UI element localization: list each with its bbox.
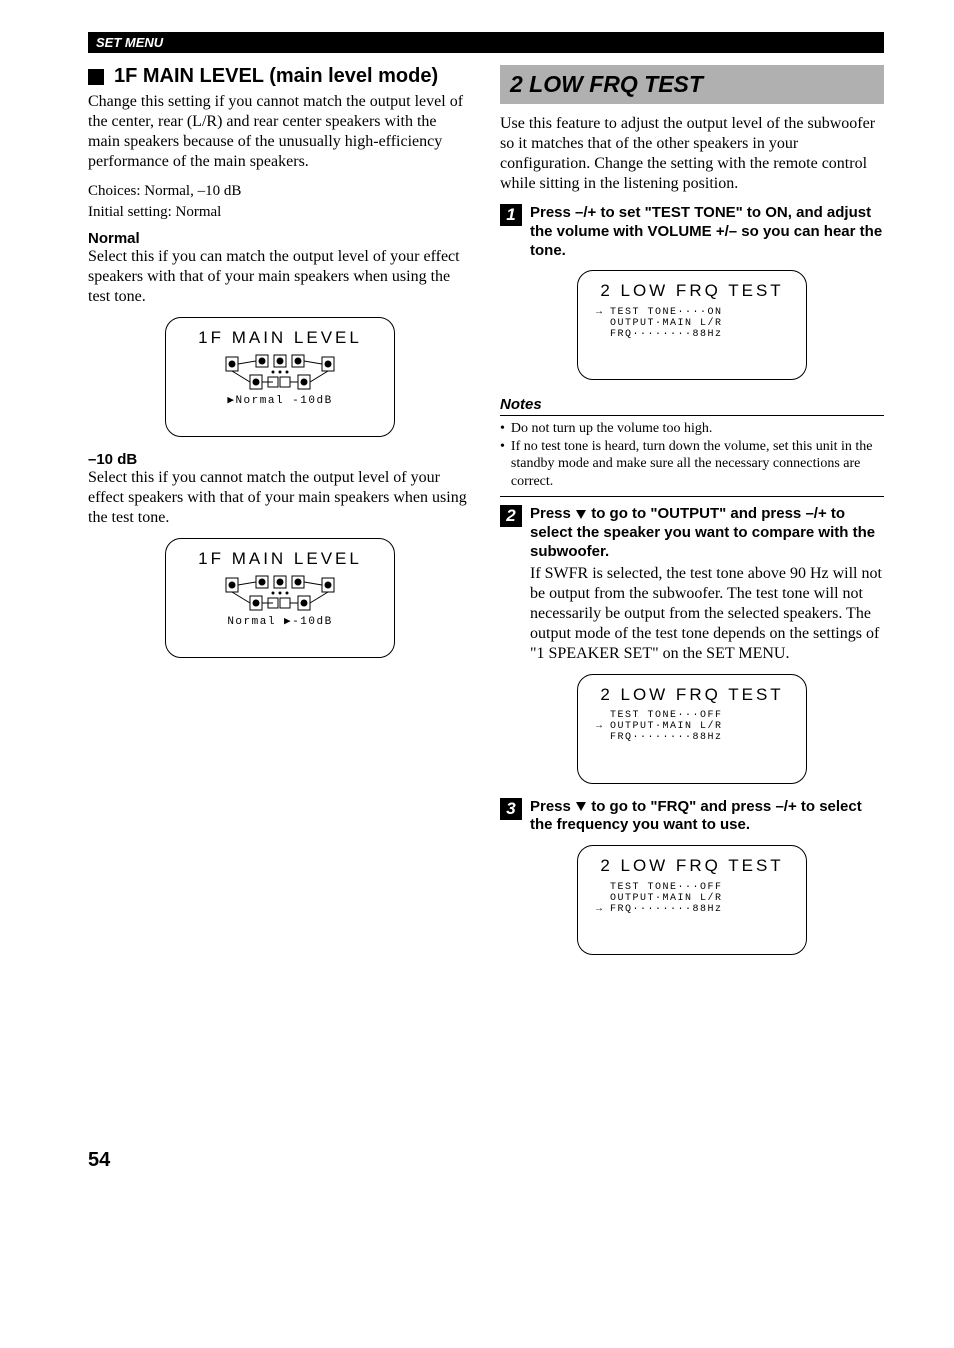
normal-label: Normal (88, 230, 472, 247)
normal-body: Select this if you can match the output … (88, 247, 472, 307)
step-3-instruction: Press to go to "FRQ" and press –/+ to se… (530, 798, 884, 836)
down-triangle-icon (576, 510, 586, 519)
lcd-title: 2 LOW FRQ TEST (588, 685, 796, 705)
speaker-layout-icon (220, 574, 340, 614)
lcd-display-step1: 2 LOW FRQ TEST → TEST TONE····ON OUTPUT·M… (577, 270, 807, 380)
lcd-line: TEST TONE···OFF (610, 710, 723, 721)
section-heading-1f: 1F MAIN LEVEL (main level mode) (88, 65, 472, 88)
lcd-options: ▶Normal -10dB (176, 395, 384, 408)
cursor-icon: → (596, 307, 604, 318)
header-bar: SET MENU (88, 32, 884, 53)
step-1: 1 Press –/+ to set "TEST TONE" to ON, an… (500, 204, 884, 260)
lcd-line: FRQ········88Hz (610, 329, 723, 340)
lcd-display-minus10: 1F MAIN LEVEL (165, 538, 395, 658)
cursor-icon: → (596, 904, 604, 915)
minus10-label: –10 dB (88, 451, 472, 468)
lcd-title: 1F MAIN LEVEL (176, 328, 384, 348)
lcd-line: OUTPUT·MAIN L/R (610, 318, 723, 329)
section-heading-text: 1F MAIN LEVEL (main level mode) (114, 65, 438, 88)
note-item: •Do not turn up the volume too high. (500, 420, 884, 438)
lcd-title: 1F MAIN LEVEL (176, 549, 384, 569)
lcd-line: FRQ········88Hz (610, 732, 723, 743)
intro-paragraph: Change this setting if you cannot match … (88, 92, 472, 172)
lcd-line: FRQ········88Hz (610, 904, 723, 915)
choices-line: Choices: Normal, –10 dB (88, 182, 472, 201)
step-2-instruction: Press to go to "OUTPUT" and press –/+ to… (530, 505, 884, 561)
initial-setting-line: Initial setting: Normal (88, 203, 472, 222)
lcd-line: TEST TONE····ON (610, 307, 723, 318)
lcd-options: Normal ▶-10dB (176, 616, 384, 629)
lcd-display-normal: 1F MAIN LEVEL (165, 317, 395, 437)
lcd-title: 2 LOW FRQ TEST (588, 281, 796, 301)
right-intro: Use this feature to adjust the output le… (500, 114, 884, 194)
lcd-line: TEST TONE···OFF (610, 882, 723, 893)
lcd-line: OUTPUT·MAIN L/R (610, 893, 723, 904)
step-number-icon: 2 (500, 505, 522, 527)
step-2: 2 Press to go to "OUTPUT" and press –/+ … (500, 505, 884, 561)
notes-list: •Do not turn up the volume too high. •If… (500, 420, 884, 497)
minus10-body: Select this if you cannot match the outp… (88, 468, 472, 528)
step-1-instruction: Press –/+ to set "TEST TONE" to ON, and … (530, 204, 884, 260)
step-2-body: If SWFR is selected, the test tone above… (530, 564, 884, 664)
step-number-icon: 3 (500, 798, 522, 820)
step-3: 3 Press to go to "FRQ" and press –/+ to … (500, 798, 884, 836)
square-bullet-icon (88, 69, 104, 85)
lcd-line: OUTPUT·MAIN L/R (610, 721, 723, 732)
note-item: •If no test tone is heard, turn down the… (500, 438, 884, 491)
notes-heading: Notes (500, 394, 884, 416)
left-column: 1F MAIN LEVEL (main level mode) Change t… (88, 61, 472, 969)
lcd-title: 2 LOW FRQ TEST (588, 856, 796, 876)
step-number-icon: 1 (500, 204, 522, 226)
speaker-layout-icon (220, 353, 340, 393)
right-column: 2 LOW FRQ TEST Use this feature to adjus… (500, 61, 884, 969)
page-number: 54 (88, 1149, 884, 1172)
down-triangle-icon (576, 802, 586, 811)
lcd-display-step3: 2 LOW FRQ TEST TEST TONE···OFF OUTPUT·MA… (577, 845, 807, 955)
section-banner: 2 LOW FRQ TEST (500, 65, 884, 104)
cursor-icon: → (596, 721, 604, 732)
lcd-display-step2: 2 LOW FRQ TEST TEST TONE···OFF → OUTPUT·M… (577, 674, 807, 784)
